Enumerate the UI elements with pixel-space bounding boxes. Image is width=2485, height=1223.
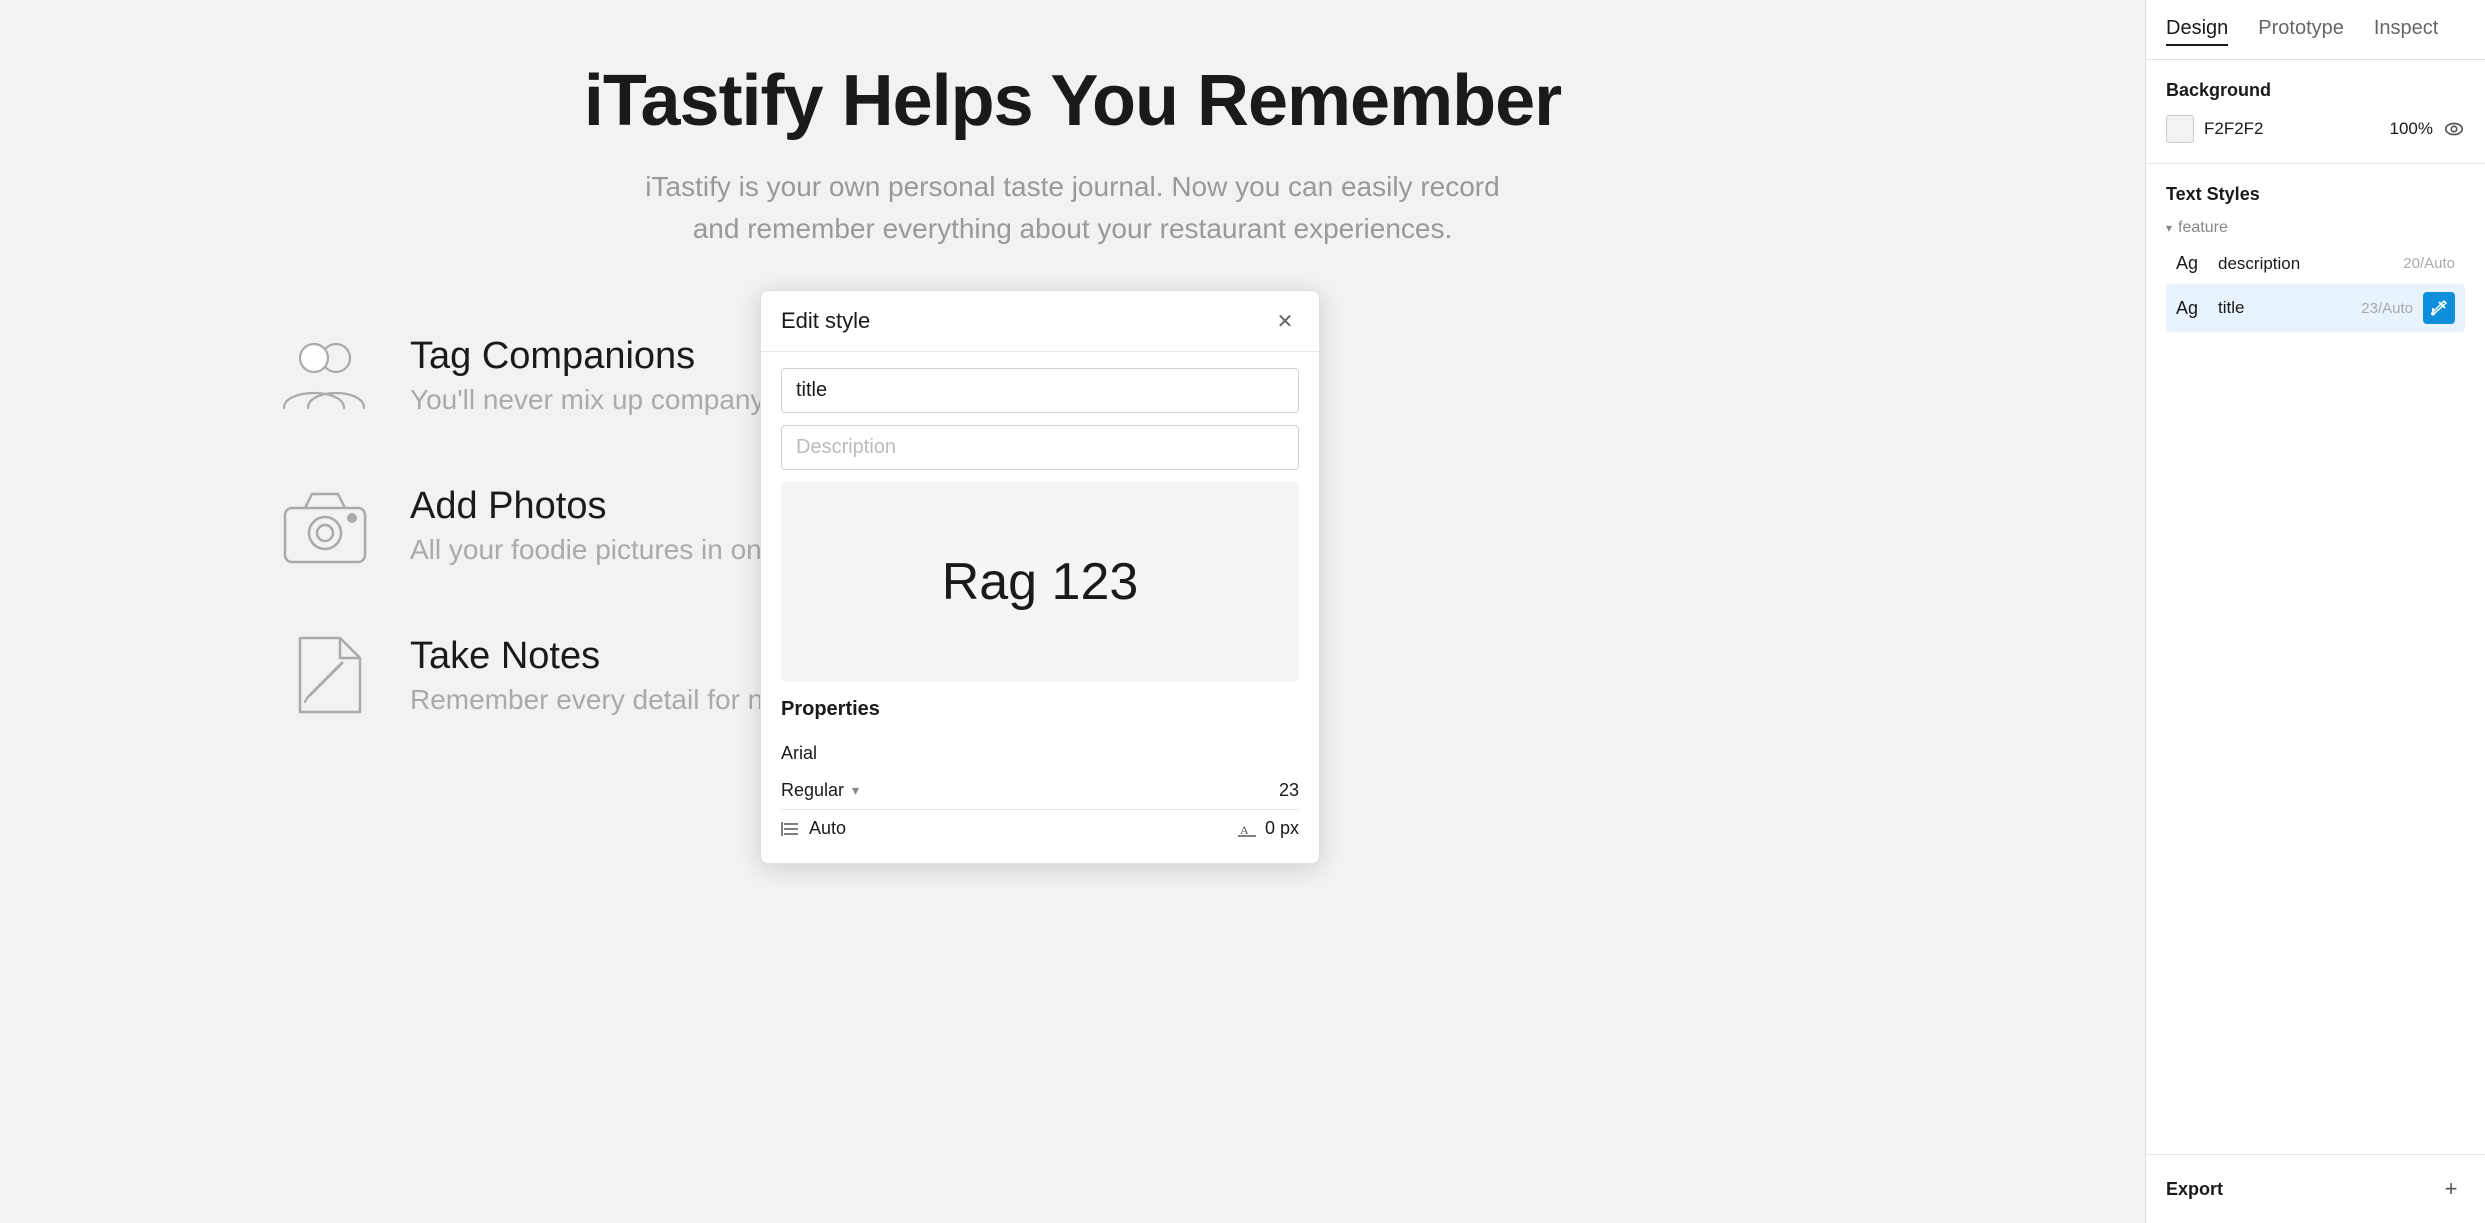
line-height-row: Auto A 0 px xyxy=(781,809,1299,847)
ag-label-title: Ag xyxy=(2176,298,2208,319)
style-edit-button[interactable] xyxy=(2423,292,2455,324)
font-size-value: 23 xyxy=(1279,780,1299,801)
camera-icon xyxy=(280,480,370,570)
modal-close-button[interactable]: ✕ xyxy=(1271,307,1299,335)
text-style-item-description[interactable]: Ag description 20/Auto xyxy=(2166,245,2465,282)
background-color-swatch[interactable] xyxy=(2166,115,2194,143)
letter-spacing-group: A 0 px xyxy=(1237,818,1299,839)
line-height-icon xyxy=(781,819,801,839)
style-name-input[interactable] xyxy=(781,368,1299,413)
background-section: Background F2F2F2 100% xyxy=(2146,60,2485,164)
style-name-description: description xyxy=(2218,254,2393,274)
letter-spacing-icon: A xyxy=(1237,819,1257,839)
tab-prototype[interactable]: Prototype xyxy=(2258,13,2344,46)
export-add-button[interactable]: + xyxy=(2437,1175,2465,1203)
page-main-subtitle: iTastify is your own personal taste jour… xyxy=(623,166,1523,250)
font-weight-value: Regular ▾ xyxy=(781,780,859,801)
modal-header: Edit style ✕ xyxy=(761,291,1319,352)
ag-label-description: Ag xyxy=(2176,253,2208,274)
page-main-title: iTastify Helps You Remember xyxy=(584,60,1561,142)
preview-text: Rag 123 xyxy=(942,552,1139,612)
people-icon xyxy=(280,330,370,420)
chevron-down-icon: ▾ xyxy=(2166,221,2172,235)
modal-body: Rag 123 Properties Arial Regular ▾ 23 xyxy=(761,352,1319,863)
modal-preview: Rag 123 xyxy=(781,482,1299,682)
panel-tabs: Design Prototype Inspect xyxy=(2146,0,2485,60)
text-style-group-feature: ▾ feature xyxy=(2166,219,2465,237)
export-section: Export + xyxy=(2146,1155,2485,1223)
style-description-input[interactable] xyxy=(781,425,1299,470)
background-row: F2F2F2 100% xyxy=(2166,115,2465,143)
font-weight-row: Regular ▾ 23 xyxy=(781,772,1299,809)
font-family-row: Arial xyxy=(781,735,1299,772)
style-info-title: 23/Auto xyxy=(2361,300,2413,317)
tab-inspect[interactable]: Inspect xyxy=(2374,13,2438,46)
note-icon xyxy=(280,630,370,720)
visibility-toggle-icon[interactable] xyxy=(2443,118,2465,140)
properties-title: Properties xyxy=(781,698,1299,721)
tab-design[interactable]: Design xyxy=(2166,13,2228,46)
font-family-label: Arial xyxy=(781,743,817,764)
background-opacity-value: 100% xyxy=(2390,119,2433,139)
text-styles-title: Text Styles xyxy=(2166,184,2465,205)
edit-icon xyxy=(2430,299,2448,317)
text-styles-section: Text Styles ▾ feature Ag description 20/… xyxy=(2146,164,2485,1155)
background-hex-value: F2F2F2 xyxy=(2204,119,2380,139)
background-title: Background xyxy=(2166,80,2465,101)
text-style-item-title[interactable]: Ag title 23/Auto xyxy=(2166,284,2465,332)
style-info-description: 20/Auto xyxy=(2403,255,2455,272)
modal-title: Edit style xyxy=(781,308,870,334)
edit-style-modal: Edit style ✕ Rag 123 Properties Arial Re… xyxy=(760,290,1320,864)
export-title: Export xyxy=(2166,1179,2223,1200)
style-name-title: title xyxy=(2218,298,2351,318)
dropdown-arrow-icon: ▾ xyxy=(852,782,859,799)
line-height-group: Auto xyxy=(781,818,846,839)
right-panel: Design Prototype Inspect Background F2F2… xyxy=(2145,0,2485,1223)
svg-text:A: A xyxy=(1240,823,1249,837)
canvas: iTastify Helps You Remember iTastify is … xyxy=(0,0,2145,1223)
